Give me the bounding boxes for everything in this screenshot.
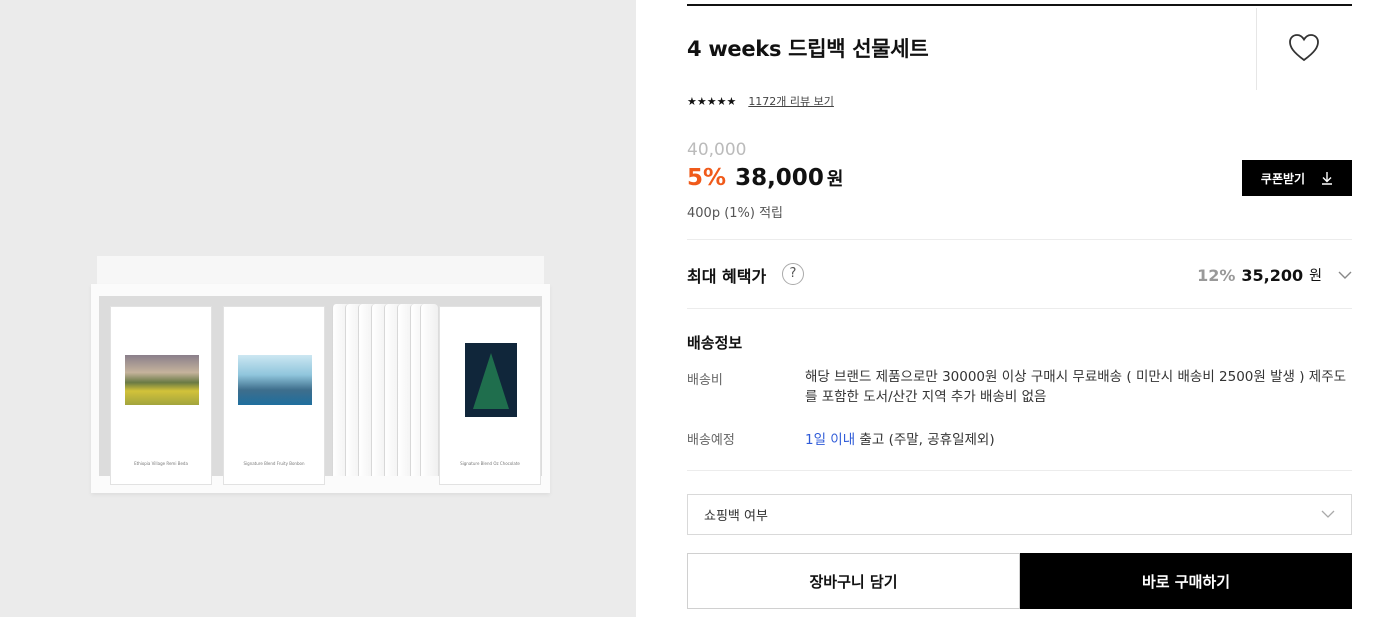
- eta-rest: 출고 (주말, 공휴일제외): [855, 432, 995, 448]
- drip-bag: [420, 304, 438, 476]
- divider: [687, 470, 1352, 471]
- top-divider: [687, 4, 1352, 6]
- coupon-button[interactable]: 쿠폰받기: [1242, 160, 1352, 196]
- landscape-artwork: [125, 355, 199, 405]
- box-inner: Ethiopia Village Remi Beda Signature Ble…: [99, 296, 542, 485]
- tree-artwork: [465, 343, 517, 417]
- eta-highlight: 1일 이내: [805, 432, 856, 448]
- download-icon: [1322, 172, 1333, 185]
- discount-rate: 5%: [687, 165, 727, 191]
- chevron-down-icon: [1321, 510, 1335, 518]
- gift-box: Ethiopia Village Remi Beda Signature Ble…: [91, 256, 550, 493]
- shipping-fee-label: 배송비: [687, 373, 723, 388]
- product-card-chocolate: Signature Blend Oz Chocolate: [439, 306, 541, 485]
- divider: [687, 308, 1352, 309]
- card-label: Signature Blend Fruity Bonbon: [243, 461, 305, 466]
- original-price: 40,000: [687, 140, 747, 160]
- points-text: 400p (1%) 적립: [687, 206, 784, 221]
- city-artwork: [238, 355, 312, 405]
- product-image: Ethiopia Village Remi Beda Signature Ble…: [0, 0, 636, 617]
- drip-bags: [332, 304, 438, 476]
- card-label: Signature Blend Oz Chocolate: [460, 461, 520, 466]
- product-card-ethiopia: Ethiopia Village Remi Beda: [110, 306, 212, 485]
- benefit-currency: 원: [1309, 268, 1322, 284]
- sale-price: 38,000: [735, 165, 824, 191]
- shipping-eta-label: 배송예정: [687, 433, 735, 448]
- star-rating-icon: ★★★★★: [687, 94, 737, 108]
- divider: [687, 239, 1352, 240]
- max-benefit-label: 최대 혜택가: [687, 267, 767, 286]
- chevron-down-icon: [1338, 271, 1352, 279]
- shipping-title: 배송정보: [687, 334, 743, 352]
- card-label: Ethiopia Village Remi Beda: [134, 461, 188, 466]
- wishlist-heart-icon[interactable]: [1288, 33, 1320, 63]
- buy-now-label: 바로 구매하기: [1141, 572, 1231, 591]
- shipping-fee-text: 해당 브랜드 제품으로만 30000원 이상 구매시 무료배송 ( 미만시 배송…: [805, 369, 1347, 405]
- add-to-cart-button[interactable]: 장바구니 담기: [687, 553, 1020, 609]
- buy-now-button[interactable]: 바로 구매하기: [1020, 553, 1352, 609]
- currency-label: 원: [826, 169, 844, 190]
- vertical-divider: [1256, 8, 1257, 90]
- box-body: Ethiopia Village Remi Beda Signature Ble…: [91, 284, 550, 493]
- add-to-cart-label: 장바구니 담기: [809, 572, 898, 591]
- help-icon[interactable]: ?: [782, 263, 804, 285]
- product-info: 4 weeks 드립백 선물세트 ★★★★★ 1172개 리뷰 보기 40,00…: [687, 0, 1352, 617]
- shopping-bag-select[interactable]: 쇼핑백 여부: [687, 494, 1352, 535]
- review-link[interactable]: 1172개 리뷰 보기: [748, 93, 834, 109]
- shopping-bag-select-value: 쇼핑백 여부: [704, 509, 768, 524]
- rating-row: ★★★★★ 1172개 리뷰 보기: [687, 93, 834, 109]
- coupon-button-label: 쿠폰받기: [1260, 171, 1306, 186]
- product-title: 4 weeks 드립백 선물세트: [687, 37, 929, 61]
- max-benefit-toggle[interactable]: 12% 35,200 원: [1197, 265, 1352, 285]
- benefit-price: 35,200: [1241, 265, 1304, 285]
- product-card-fruity: Signature Blend Fruity Bonbon: [223, 306, 325, 485]
- benefit-percent: 12%: [1197, 265, 1236, 285]
- price-row: 5% 38,000 원: [687, 165, 843, 191]
- shipping-eta-text: 1일 이내 출고 (주말, 공휴일제외): [805, 428, 995, 448]
